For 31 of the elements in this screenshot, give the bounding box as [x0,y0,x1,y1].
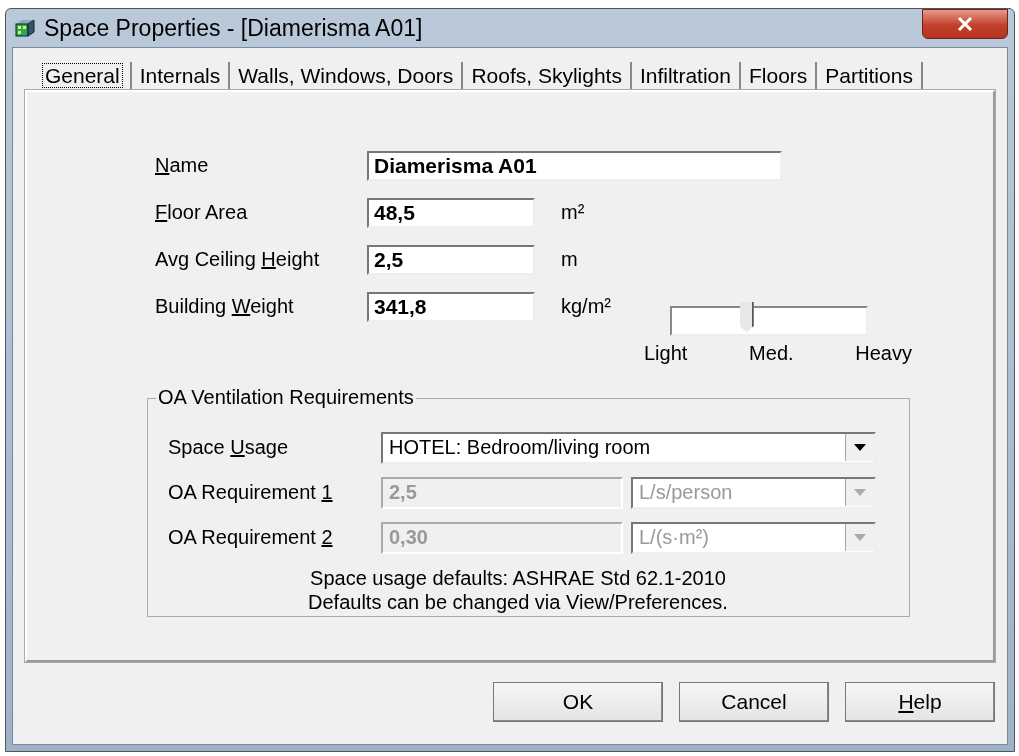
dropdown-arrow-icon [854,444,866,451]
field-label: OA Requirement 1 [168,481,334,504]
input-field[interactable]: Diamerisma A01 [367,150,782,181]
dialog-button[interactable]: Help [845,682,995,722]
close-button[interactable] [922,9,1008,39]
building-icon [14,18,36,38]
close-icon [957,17,973,31]
dropdown[interactable]: HOTEL: Bedroom/living room [381,431,876,464]
dialog-button[interactable]: Cancel [679,682,829,722]
slider-tick-label: Light [644,342,688,365]
slider-tick-label: Heavy [855,342,912,365]
dialog-button[interactable]: OK [493,682,663,722]
dropdown-arrow-icon [854,489,866,496]
unit-label: m [561,248,579,271]
defaults-note: Space usage defaults: ASHRAE Std 62.1-2010 Defaults can be changed via View/Preferences. [307,566,729,614]
dropdown-arrow-icon [854,534,866,541]
field-label: Space Usage [168,436,290,459]
group-title: OA Ventilation Requirements [156,386,416,409]
slider-thumb[interactable] [739,302,754,332]
field-label: Name [155,154,210,177]
unit-label: kg/m² [561,295,612,318]
field-label: OA Requirement 2 [168,526,334,549]
input-field[interactable]: 48,5 [367,197,535,228]
input-field[interactable]: 2,5 [367,244,535,275]
field-label: Avg Ceiling Height [155,248,321,271]
unit-label: m² [561,201,586,224]
field-label: Building Weight [155,295,295,318]
input-field[interactable]: 341,8 [367,291,535,322]
field-label: Floor Area [155,201,249,224]
window-title: Space Properties - [Diamerisma A01] [44,14,423,42]
slider-tick-label: Med. [749,342,794,365]
